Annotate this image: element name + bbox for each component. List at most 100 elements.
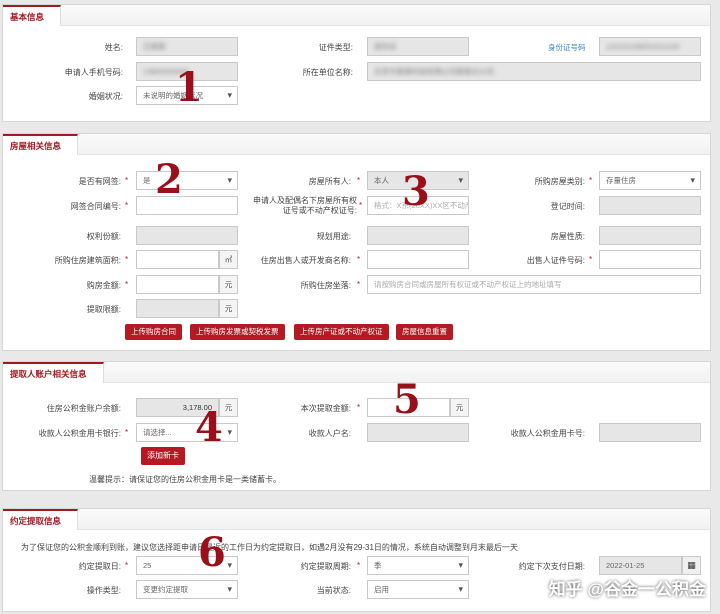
- online-sign-select[interactable]: 是: [136, 171, 238, 190]
- id-number-field: 110101199001011234: [599, 37, 701, 56]
- add-card-button[interactable]: 添加新卡: [141, 447, 185, 465]
- id-number-link[interactable]: 身份证号码: [548, 42, 586, 53]
- online-sign-required: *: [125, 176, 129, 185]
- register-time-field: [599, 196, 701, 215]
- area-required: *: [125, 255, 129, 264]
- cert-label: 申请人及配偶名下房屋所有权证号或不动产权证号:: [253, 196, 357, 215]
- next-date-value: 2022-01-25: [606, 561, 645, 570]
- next-date-label: 约定下次支付日期:: [518, 562, 585, 571]
- house-info-title: 房屋相关信息: [3, 134, 79, 155]
- marker-3: 3: [402, 168, 430, 215]
- next-date-field: 2022-01-25: [599, 556, 682, 575]
- account-info-header: 提取人账户相关信息: [3, 362, 710, 383]
- bank-required: *: [125, 428, 129, 437]
- area-input[interactable]: [136, 250, 219, 269]
- address-label: 所购住房坐落:: [300, 281, 351, 290]
- marital-label: 婚姻状况:: [88, 92, 123, 101]
- house-type-required: *: [589, 176, 593, 185]
- house-type-select[interactable]: 存量住房: [599, 171, 701, 190]
- id-type-field: 身份证: [367, 37, 469, 56]
- this-amount-label: 本次提取金额:: [300, 404, 351, 413]
- agreed-cycle-value: 季: [374, 561, 382, 570]
- upload-invoice-button[interactable]: 上传购房发票或契税发票: [190, 324, 285, 340]
- address-input[interactable]: 请按购房合同或房屋所有权证或不动产权证上的地址填写: [367, 275, 701, 294]
- agreed-info-header: 约定提取信息: [3, 509, 710, 530]
- nature-label: 房屋性质:: [550, 232, 585, 241]
- reset-house-button[interactable]: 房屋信息重置: [396, 324, 453, 340]
- card-tip: 温馨提示：请保证您的住房公积金用卡是一类储蓄卡。: [89, 475, 281, 484]
- upload-certificate-button[interactable]: 上传房产证或不动产权证: [294, 324, 389, 340]
- status-value: 启用: [374, 585, 389, 594]
- op-type-label: 操作类型:: [86, 586, 121, 595]
- seller-input[interactable]: [367, 250, 469, 269]
- agreed-info-title: 约定提取信息: [3, 509, 79, 530]
- basic-info-title: 基本信息: [3, 5, 62, 26]
- agreed-cycle-required: *: [357, 561, 361, 570]
- nature-field: [599, 226, 701, 245]
- basic-info-header: 基本信息: [3, 5, 710, 26]
- owner-value: 本人: [374, 176, 389, 185]
- area-unit: ㎡: [219, 250, 238, 269]
- marker-2: 2: [155, 156, 183, 203]
- calendar-icon[interactable]: ▦: [682, 556, 701, 575]
- amount-required: *: [125, 280, 129, 289]
- agreed-cycle-label: 约定提取周期:: [300, 562, 351, 571]
- seller-id-required: *: [589, 255, 593, 264]
- op-type-value: 变更约定提取: [143, 585, 188, 594]
- limit-label: 提取限额:: [86, 305, 121, 314]
- upload-contract-button[interactable]: 上传购房合同: [125, 324, 182, 340]
- online-sign-value: 是: [143, 176, 151, 185]
- account-info-title: 提取人账户相关信息: [3, 362, 104, 383]
- house-type-value: 存量住房: [606, 176, 636, 185]
- online-sign-label: 是否有网签:: [78, 177, 121, 186]
- marker-6: 6: [198, 529, 226, 576]
- cert-required: *: [359, 201, 363, 210]
- amount-label: 购房金额:: [86, 281, 121, 290]
- share-label: 权利份额:: [86, 232, 121, 241]
- account-info-panel: 提取人账户相关信息 住房公积金账户余额: 3,178.00 元 本次提取金额: …: [2, 361, 711, 491]
- marker-5: 5: [393, 376, 421, 423]
- seller-id-label: 出售人证件号码:: [526, 256, 585, 265]
- register-time-label: 登记时间:: [550, 202, 585, 211]
- agreed-day-required: *: [125, 561, 129, 570]
- limit-field: [136, 299, 219, 318]
- status-label: 当前状态:: [316, 586, 351, 595]
- amount-unit: 元: [219, 275, 238, 294]
- marker-4: 4: [195, 404, 223, 451]
- house-type-label: 所购房屋类别:: [534, 177, 585, 186]
- house-info-header: 房屋相关信息: [3, 134, 710, 155]
- share-field: [136, 226, 238, 245]
- company-field: 北京市某某科技有限公司某某分公司: [367, 62, 701, 81]
- card-number-field: [599, 423, 701, 442]
- seller-required: *: [357, 255, 361, 264]
- address-required: *: [357, 280, 361, 289]
- this-amount-required: *: [357, 403, 361, 412]
- agreed-cycle-select[interactable]: 季: [367, 556, 469, 575]
- id-number-value: 110101199001011234: [606, 42, 680, 51]
- id-type-value: 身份证: [374, 42, 397, 51]
- marker-1: 1: [175, 64, 203, 111]
- payee-field: [367, 423, 469, 442]
- status-select[interactable]: 启用: [367, 580, 469, 599]
- payee-label: 收款人户名:: [308, 429, 351, 438]
- owner-required: *: [357, 176, 361, 185]
- basic-info-panel: 基本信息 姓名: 王某某 证件类型: 身份证 身份证号码 11010119900…: [2, 4, 711, 122]
- area-label: 所购住房建筑面积:: [54, 256, 121, 265]
- agreed-day-value: 25: [143, 561, 152, 570]
- seller-label: 住房出售人或开发商名称:: [260, 256, 351, 265]
- id-type-label: 证件类型:: [318, 43, 353, 52]
- bank-label: 收款人公积金用卡银行:: [38, 429, 121, 438]
- contract-input[interactable]: [136, 196, 238, 215]
- watermark: 知乎 @谷金一公积金: [548, 580, 706, 599]
- op-type-select[interactable]: 变更约定提取: [136, 580, 238, 599]
- name-field: 王某某: [136, 37, 238, 56]
- amount-input[interactable]: [136, 275, 219, 294]
- agreed-note: 为了保证您的公积金顺利到账，建议您选择距申请日最近的工作日为约定提取日，如遇2月…: [21, 543, 518, 552]
- name-label: 姓名:: [104, 43, 123, 52]
- seller-id-input[interactable]: [599, 250, 701, 269]
- agreed-day-label: 约定提取日:: [78, 562, 121, 571]
- card-number-label: 收款人公积金用卡号:: [510, 429, 585, 438]
- usage-field: [367, 226, 469, 245]
- name-value: 王某某: [143, 42, 166, 51]
- limit-unit: 元: [219, 299, 238, 318]
